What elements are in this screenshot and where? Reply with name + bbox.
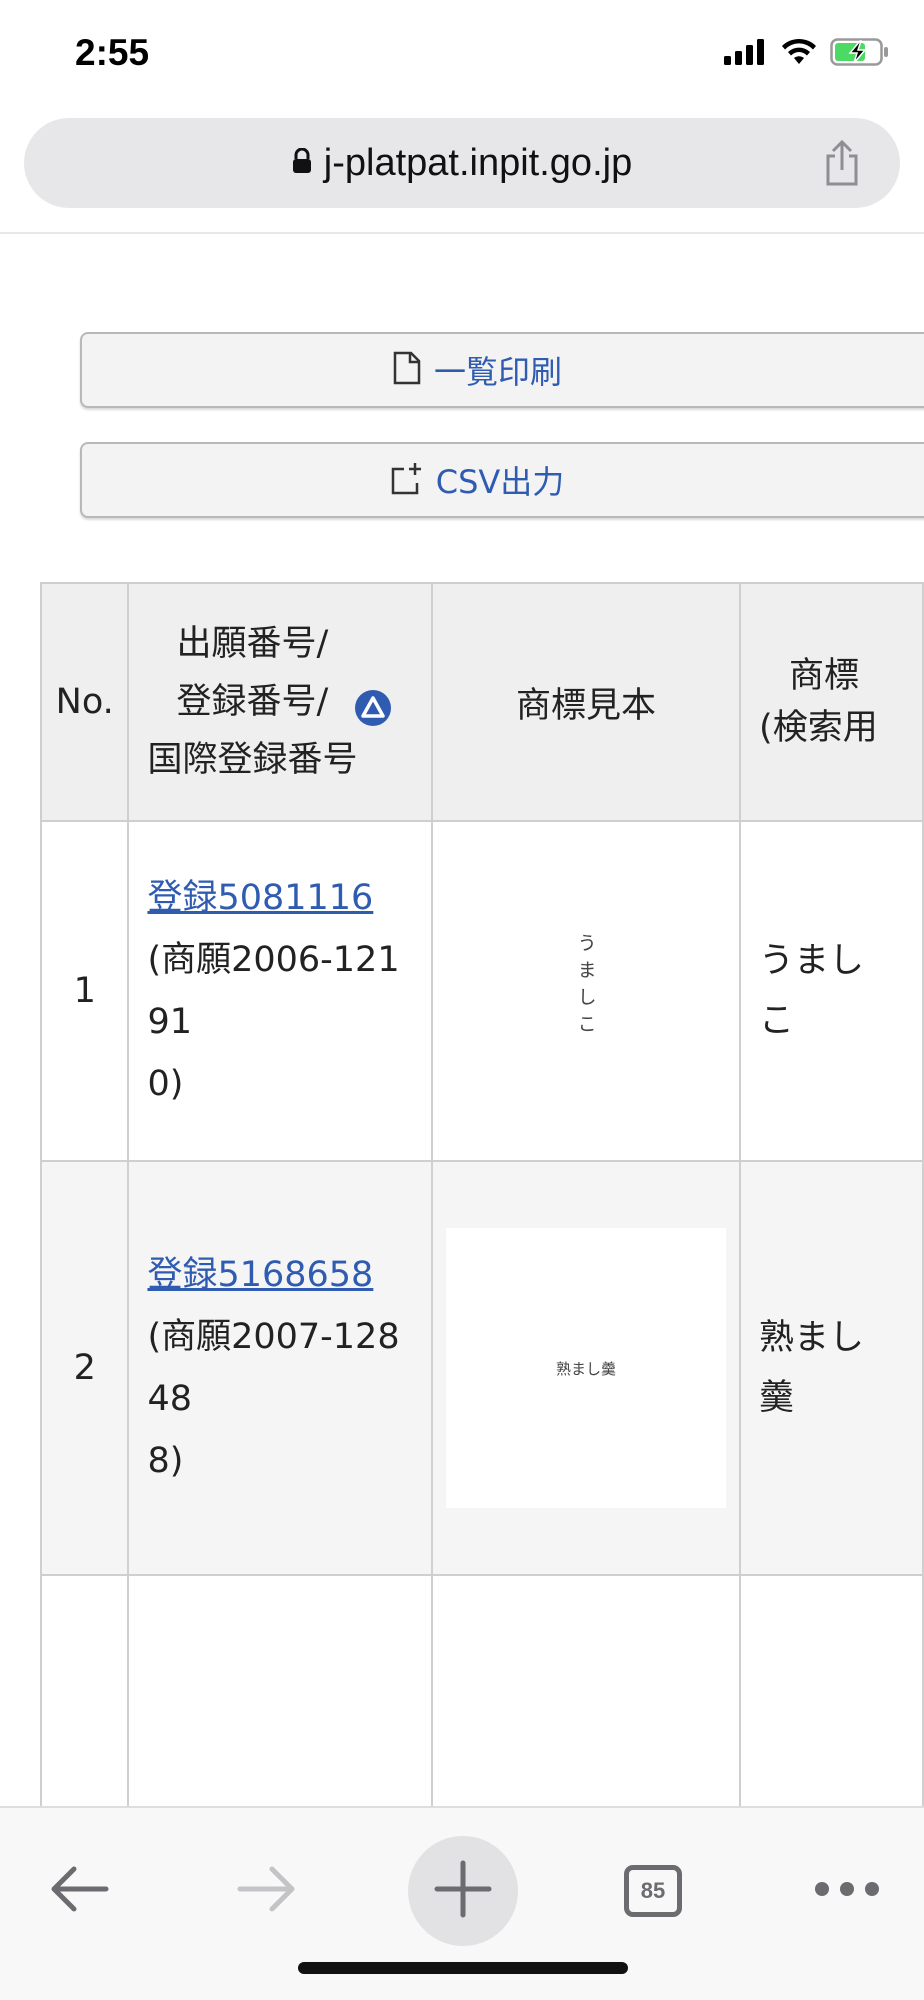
header-number-line2: 登録番号/ bbox=[176, 682, 329, 722]
trademark-sample-cell[interactable]: 熟まし羹 bbox=[431, 1160, 742, 1576]
header-name-line1: 商標 bbox=[789, 656, 860, 696]
new-tab-button[interactable] bbox=[408, 1836, 518, 1946]
address-bar[interactable]: j-platpat.inpit.go.jp bbox=[24, 118, 900, 208]
trademark-name-line2: 羹 bbox=[759, 1378, 795, 1418]
trademark-name-line1: 熟まし bbox=[759, 1318, 865, 1358]
header-number-line1: 出願番号/ bbox=[176, 624, 329, 664]
document-icon bbox=[392, 351, 422, 389]
arrow-right-icon bbox=[236, 1865, 298, 1917]
header-divider bbox=[0, 232, 924, 234]
wifi-icon bbox=[780, 38, 818, 66]
trademark-sample-image: 熟まし羹 bbox=[446, 1228, 727, 1508]
share-icon[interactable] bbox=[822, 139, 862, 190]
trademark-sample-image: うましこ bbox=[574, 932, 597, 1041]
print-list-button[interactable]: 一覧印刷 bbox=[80, 332, 924, 408]
battery-charging-icon bbox=[830, 38, 890, 66]
plus-icon bbox=[433, 1859, 493, 1923]
status-icons bbox=[724, 38, 890, 66]
status-bar: 2:55 bbox=[0, 0, 924, 110]
row-numbers-cell: 登録5081116 (商願2006-12191 0) bbox=[127, 820, 434, 1162]
cellular-signal-icon bbox=[724, 39, 768, 65]
sort-ascending-icon[interactable] bbox=[355, 686, 392, 744]
csv-export-button[interactable]: CSV出力 bbox=[80, 442, 924, 518]
results-table: No. 出願番号/ 登録番号/ 国際登録番号 商標見本 商標 (検索用 1 登録… bbox=[39, 582, 924, 1878]
registration-link[interactable]: 登録5081116 bbox=[147, 878, 373, 918]
trademark-sample-text: 熟まし羹 bbox=[556, 1359, 617, 1378]
csv-export-label: CSV出力 bbox=[435, 463, 565, 501]
back-button[interactable] bbox=[24, 1836, 134, 1946]
phone-screen: 2:55 j-platpat.inpit.go.jp 一覧印刷 CSV出力 No… bbox=[0, 0, 924, 2000]
more-dots-icon bbox=[814, 1881, 880, 1901]
tabs-button[interactable]: 85 bbox=[598, 1836, 708, 1946]
registration-link[interactable]: 登録5168658 bbox=[147, 1255, 373, 1295]
application-number: (商願2006-12191 bbox=[147, 940, 400, 1042]
header-number[interactable]: 出願番号/ 登録番号/ 国際登録番号 bbox=[127, 582, 434, 822]
url-text: j-platpat.inpit.go.jp bbox=[323, 141, 633, 184]
header-name-line2: (検索用 bbox=[759, 708, 878, 748]
more-button[interactable] bbox=[792, 1836, 902, 1946]
forward-button[interactable] bbox=[212, 1836, 322, 1946]
header-sample: 商標見本 bbox=[431, 582, 742, 822]
row-numbers-cell: 登録5168658 (商願2007-12848 8) bbox=[127, 1160, 434, 1576]
row-number: 2 bbox=[39, 1160, 130, 1576]
header-number-line3: 国際登録番号 bbox=[147, 740, 358, 780]
application-number-cont: 8) bbox=[147, 1441, 184, 1481]
export-icon bbox=[390, 461, 424, 499]
table-row: 1 登録5081116 (商願2006-12191 0) うましこ うまし こ bbox=[39, 820, 924, 1162]
print-list-label: 一覧印刷 bbox=[433, 353, 562, 391]
table-header-row: No. 出願番号/ 登録番号/ 国際登録番号 商標見本 商標 (検索用 bbox=[39, 582, 924, 822]
status-time: 2:55 bbox=[75, 32, 150, 73]
table-row: 2 登録5168658 (商願2007-12848 8) 熟まし羹 熟まし 羹 bbox=[39, 1160, 924, 1576]
application-number-cont: 0) bbox=[147, 1064, 184, 1104]
tab-count-icon: 85 bbox=[624, 1865, 682, 1917]
header-no: No. bbox=[39, 582, 130, 822]
home-indicator bbox=[298, 1962, 628, 1974]
row-number: 1 bbox=[39, 820, 130, 1162]
trademark-sample-cell[interactable]: うましこ bbox=[431, 820, 742, 1162]
trademark-name-line1: うまし bbox=[759, 941, 865, 981]
application-number: (商願2007-12848 bbox=[147, 1317, 400, 1419]
header-name: 商標 (検索用 bbox=[739, 582, 924, 822]
trademark-name-cell: 熟まし 羹 bbox=[739, 1160, 924, 1576]
trademark-name-line2: こ bbox=[759, 1001, 795, 1041]
arrow-left-icon bbox=[48, 1865, 110, 1917]
lock-icon bbox=[292, 147, 312, 178]
trademark-name-cell: うまし こ bbox=[739, 820, 924, 1162]
